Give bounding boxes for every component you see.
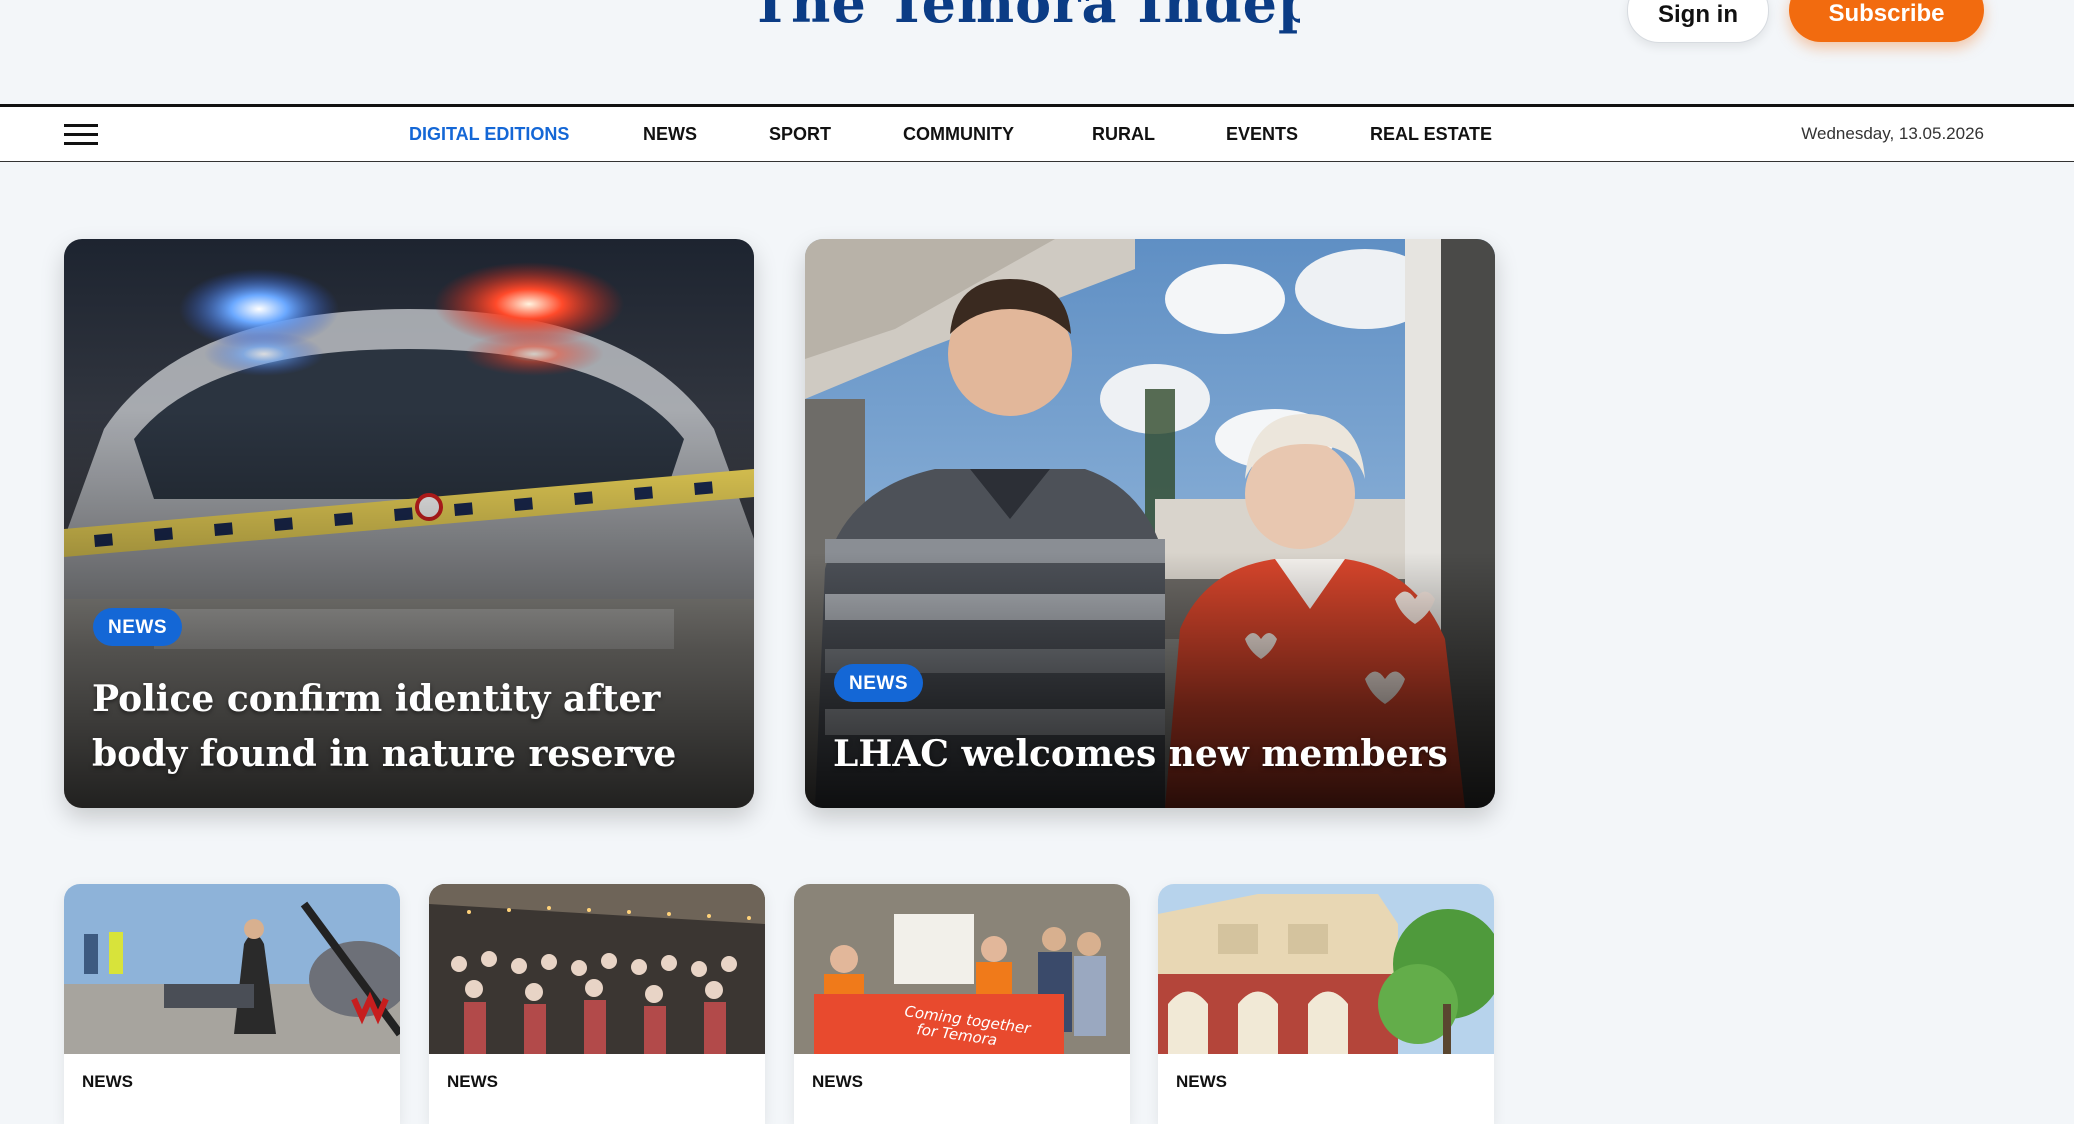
aircraft-pilot-image — [64, 884, 400, 1054]
crowd-event-image — [429, 884, 765, 1054]
article-card[interactable]: NEWS — [64, 884, 400, 1124]
nav-item-real-estate[interactable]: REAL ESTATE — [1370, 107, 1492, 161]
sign-in-button[interactable]: Sign in — [1627, 0, 1769, 43]
nav-item-community[interactable]: COMMUNITY — [903, 107, 1014, 161]
menu-icon[interactable] — [64, 124, 98, 146]
coming-together-banner-image: Coming together for Temora — [794, 884, 1130, 1054]
article-card[interactable]: Coming together for Temora NEWS — [794, 884, 1130, 1124]
subscribe-button[interactable]: Subscribe — [1789, 0, 1984, 42]
category-label[interactable]: NEWS — [812, 1072, 863, 1092]
heritage-building-image — [1158, 884, 1494, 1054]
article-headline[interactable]: LHAC welcomes new members — [833, 727, 1467, 782]
nav-item-sport[interactable]: SPORT — [769, 107, 831, 161]
nav-item-news[interactable]: NEWS — [643, 107, 697, 161]
category-label[interactable]: NEWS — [447, 1072, 498, 1092]
masthead-logo[interactable]: The Temora Independent — [750, 0, 1300, 40]
category-badge[interactable]: NEWS — [834, 664, 923, 702]
featured-article-card[interactable]: NEWS LHAC welcomes new members — [805, 239, 1495, 808]
article-card[interactable]: NEWS — [1158, 884, 1494, 1124]
nav-item-digital-editions[interactable]: DIGITAL EDITIONS — [409, 107, 569, 161]
category-label[interactable]: NEWS — [1176, 1072, 1227, 1092]
top-header: The Temora Independent Sign in Subscribe — [0, 0, 2074, 104]
nav-item-events[interactable]: EVENTS — [1226, 107, 1298, 161]
article-headline[interactable]: Police confirm identity after body found… — [92, 672, 726, 782]
main-nav: DIGITAL EDITIONS NEWS SPORT COMMUNITY RU… — [0, 104, 2074, 162]
featured-article-card[interactable]: NEWS Police confirm identity after body … — [64, 239, 754, 808]
current-date: Wednesday, 13.05.2026 — [1801, 124, 1984, 143]
nav-item-rural[interactable]: RURAL — [1092, 107, 1155, 161]
category-label[interactable]: NEWS — [82, 1072, 133, 1092]
category-badge[interactable]: NEWS — [93, 608, 182, 646]
article-card[interactable]: NEWS — [429, 884, 765, 1124]
